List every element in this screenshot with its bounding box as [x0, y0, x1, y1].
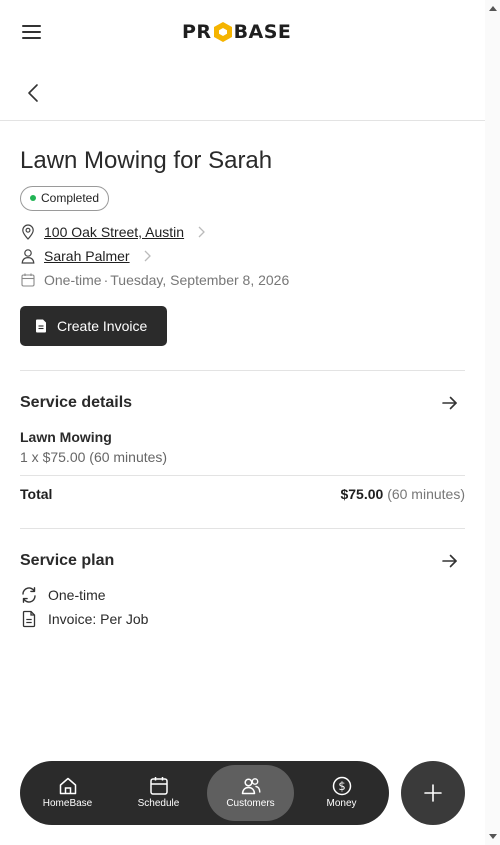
back-arrow-icon[interactable] [22, 82, 44, 104]
location-pin-icon [22, 224, 34, 240]
status-badge: Completed [20, 186, 110, 211]
total-amount: $75.00 [340, 486, 384, 502]
page-title: Lawn Mowing for Sarah [20, 147, 273, 174]
plan-frequency: One-time [48, 587, 106, 603]
job-frequency: One-time [44, 272, 102, 288]
app-viewport: PR BASE Lawn Mowing for Sarah Completed … [0, 0, 485, 845]
svg-text:$: $ [338, 779, 345, 793]
total-duration: (60 minutes) [387, 486, 465, 502]
calendar-icon [21, 273, 35, 287]
nav-label: Schedule [137, 798, 180, 809]
logo-hexagon-icon [213, 22, 232, 42]
nav-item-schedule[interactable]: Schedule [115, 765, 202, 821]
bottom-navigation: HomeBase Schedule Customers $ Money [20, 761, 389, 825]
plus-icon [424, 784, 442, 802]
nav-item-homebase[interactable]: HomeBase [24, 765, 111, 821]
plan-invoice: Invoice: Per Job [48, 611, 149, 627]
arrow-right-icon[interactable] [441, 553, 459, 569]
nav-label: Customers [226, 798, 275, 809]
arrow-right-icon[interactable] [441, 395, 459, 411]
nav-label: HomeBase [42, 798, 93, 809]
plan-frequency-row: One-time [20, 585, 106, 605]
address-link[interactable]: 100 Oak Street, Austin [44, 224, 184, 240]
chevron-right-icon [144, 250, 151, 262]
status-label: Completed [41, 191, 100, 205]
line-divider [20, 475, 465, 476]
logo-text-left: PR [182, 21, 212, 43]
scroll-up-arrow[interactable] [489, 6, 497, 11]
invoice-document-icon [22, 610, 36, 628]
plan-invoice-row: Invoice: Per Job [20, 609, 148, 629]
service-line-detail: 1 x $75.00 (60 minutes) [20, 449, 168, 465]
nav-item-customers[interactable]: Customers [207, 765, 294, 821]
chevron-right-icon [198, 226, 206, 238]
total-label: Total [20, 486, 53, 502]
customer-link[interactable]: Sarah Palmer [44, 248, 130, 264]
create-invoice-label: Create Invoice [57, 318, 148, 334]
repeat-icon [22, 587, 36, 603]
meta-separator: · [103, 272, 109, 288]
add-button[interactable] [401, 761, 465, 825]
menu-icon[interactable] [22, 24, 42, 40]
schedule-row: One-time · Tuesday, September 8, 2026 [20, 270, 289, 290]
page-scrollbar[interactable] [485, 0, 500, 845]
calendar-icon [149, 777, 168, 795]
service-details-heading: Service details [20, 394, 133, 411]
back-bar [0, 64, 485, 121]
probase-logo[interactable]: PR BASE [182, 20, 291, 44]
scroll-down-arrow[interactable] [489, 834, 497, 839]
dollar-icon: $ [332, 776, 351, 796]
address-row[interactable]: 100 Oak Street, Austin [20, 222, 206, 242]
nav-item-money[interactable]: $ Money [298, 765, 385, 821]
home-icon [59, 777, 76, 795]
create-invoice-button[interactable]: Create Invoice [20, 306, 167, 346]
section-divider [20, 528, 465, 529]
users-icon [241, 778, 260, 795]
job-date: Tuesday, September 8, 2026 [110, 272, 290, 288]
person-icon [21, 249, 35, 264]
nav-label: Money [326, 798, 357, 809]
status-dot [30, 195, 36, 201]
document-icon [36, 319, 46, 333]
customer-row[interactable]: Sarah Palmer [20, 246, 152, 266]
total-value: $75.00 (60 minutes) [340, 486, 465, 502]
section-divider [20, 370, 465, 371]
service-plan-heading: Service plan [20, 552, 115, 569]
service-name: Lawn Mowing [20, 429, 112, 445]
logo-text-right: BASE [233, 21, 292, 43]
top-bar: PR BASE [0, 0, 485, 64]
